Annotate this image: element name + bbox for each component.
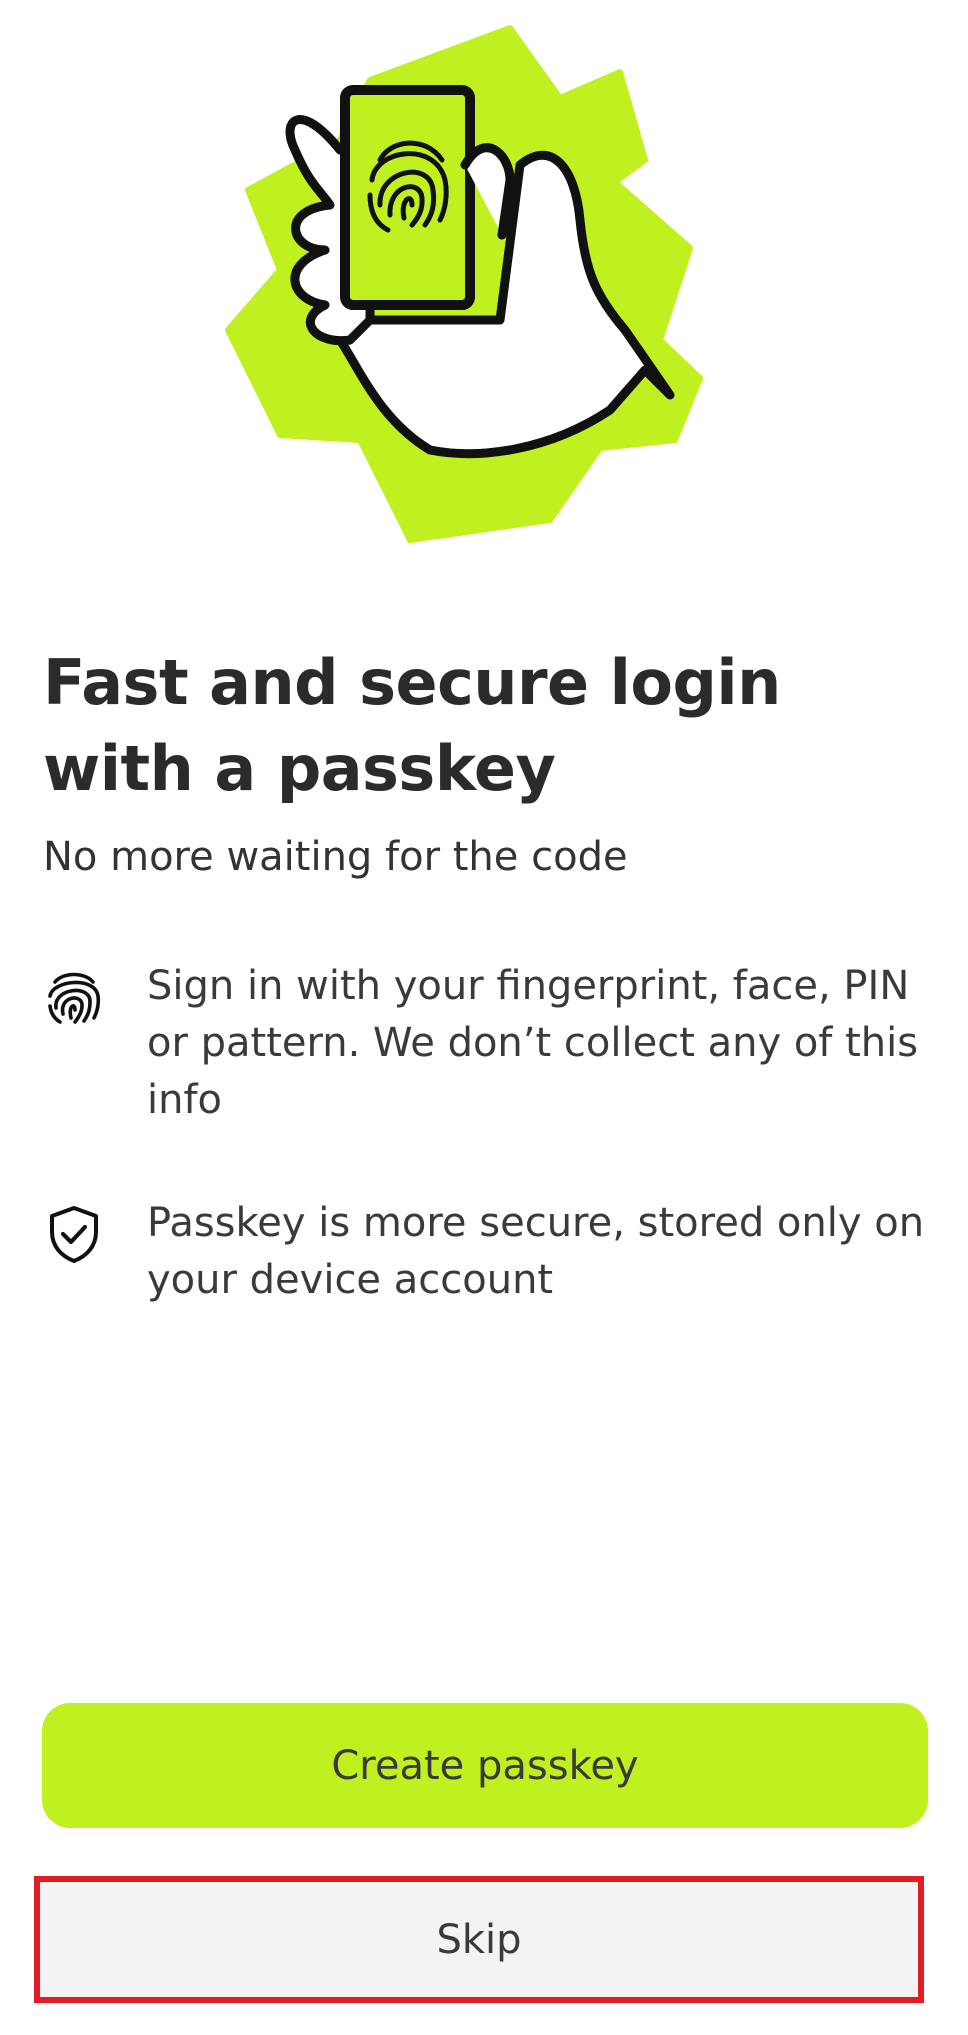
feature-text: Sign in with your fingerprint, face, PIN…: [147, 963, 919, 1123]
feature-item-biometrics: Sign in with your fingerprint, face, PIN…: [43, 958, 943, 1129]
page-subtitle: No more waiting for the code: [43, 834, 628, 880]
feature-text: Passkey is more secure, stored only on y…: [147, 1200, 925, 1303]
skip-button[interactable]: Skip: [34, 1876, 924, 2003]
page-title: Fast and secure login with a passkey: [43, 646, 781, 805]
shield-check-icon: [43, 1203, 105, 1265]
create-passkey-button[interactable]: Create passkey: [42, 1703, 928, 1828]
hand-holding-phone-illustration: [225, 25, 703, 543]
fingerprint-icon: [43, 966, 105, 1028]
hero-illustration: [0, 0, 968, 560]
feature-item-security: Passkey is more secure, stored only on y…: [43, 1195, 943, 1309]
